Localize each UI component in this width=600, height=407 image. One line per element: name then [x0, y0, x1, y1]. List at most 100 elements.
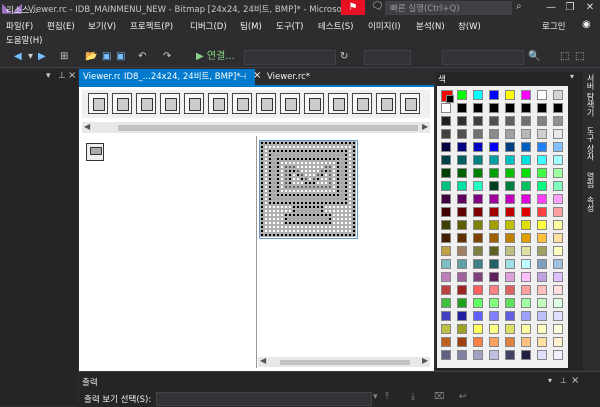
- color-swatch[interactable]: [441, 220, 451, 230]
- close-icon[interactable]: ×: [571, 375, 579, 386]
- color-swatch[interactable]: [505, 207, 515, 217]
- toolbar-bitmap-cell[interactable]: [112, 93, 132, 114]
- color-swatch[interactable]: [489, 350, 499, 360]
- close-icon[interactable]: ×: [68, 70, 76, 81]
- go-to-next-icon[interactable]: ⤓: [411, 392, 415, 402]
- color-swatch[interactable]: [457, 90, 467, 100]
- color-swatch[interactable]: [457, 116, 467, 126]
- color-swatch[interactable]: [553, 129, 563, 139]
- color-swatch[interactable]: [489, 272, 499, 282]
- color-swatch[interactable]: [521, 129, 531, 139]
- color-swatch[interactable]: [553, 142, 563, 152]
- go-to-previous-icon[interactable]: ⤒: [385, 392, 389, 402]
- color-swatch[interactable]: [537, 181, 547, 191]
- color-swatch[interactable]: [473, 233, 483, 243]
- color-swatch[interactable]: [473, 324, 483, 334]
- color-swatch[interactable]: [553, 168, 563, 178]
- color-swatch[interactable]: [505, 233, 515, 243]
- color-swatch[interactable]: [521, 246, 531, 256]
- color-swatch[interactable]: [489, 181, 499, 191]
- color-swatch[interactable]: [537, 103, 547, 113]
- color-swatch[interactable]: [441, 116, 451, 126]
- color-swatch[interactable]: [473, 272, 483, 282]
- color-swatch[interactable]: [457, 181, 467, 191]
- color-swatch[interactable]: [537, 246, 547, 256]
- background-color-swatch[interactable]: [446, 95, 454, 103]
- color-swatch[interactable]: [473, 103, 483, 113]
- color-swatch[interactable]: [473, 246, 483, 256]
- toolbar-bitmap-cell[interactable]: [328, 93, 348, 114]
- toolbar-bitmap-strip[interactable]: [82, 90, 430, 118]
- color-swatch[interactable]: [505, 155, 515, 165]
- color-swatch[interactable]: [489, 116, 499, 126]
- menu-test[interactable]: 테스트(S): [318, 20, 354, 32]
- color-swatch[interactable]: [553, 324, 563, 334]
- color-swatch[interactable]: [473, 168, 483, 178]
- color-swatch[interactable]: [473, 90, 483, 100]
- toolbar-bitmap-cell[interactable]: [376, 93, 396, 114]
- configuration-combo[interactable]: [244, 50, 336, 65]
- color-swatch[interactable]: [441, 103, 451, 113]
- color-swatch[interactable]: [553, 298, 563, 308]
- color-swatch[interactable]: [441, 324, 451, 334]
- clear-all-icon[interactable]: ⌧: [434, 392, 444, 402]
- color-swatch[interactable]: [473, 311, 483, 321]
- color-swatch[interactable]: [521, 194, 531, 204]
- color-swatch[interactable]: [553, 207, 563, 217]
- color-swatch[interactable]: [553, 311, 563, 321]
- color-swatch[interactable]: [521, 324, 531, 334]
- color-swatch[interactable]: [489, 246, 499, 256]
- color-swatch[interactable]: [505, 142, 515, 152]
- color-swatch[interactable]: [521, 181, 531, 191]
- color-swatch[interactable]: [489, 220, 499, 230]
- menu-view[interactable]: 보기(V): [88, 20, 116, 32]
- menu-edit[interactable]: 편집(E): [47, 20, 75, 32]
- panel-dropdown-icon[interactable]: ▾: [570, 72, 574, 81]
- color-swatch[interactable]: [505, 103, 515, 113]
- color-swatch[interactable]: [553, 181, 563, 191]
- save-all-icon[interactable]: ▣: [116, 50, 125, 64]
- color-swatch[interactable]: [489, 337, 499, 347]
- color-swatch[interactable]: [457, 142, 467, 152]
- color-swatch[interactable]: [473, 259, 483, 269]
- color-swatch[interactable]: [441, 155, 451, 165]
- menu-tools[interactable]: 도구(T): [276, 20, 303, 32]
- pane-divider[interactable]: [256, 136, 257, 368]
- color-swatch[interactable]: [537, 324, 547, 334]
- login-link[interactable]: 로그인: [542, 20, 565, 32]
- color-swatch[interactable]: [521, 311, 531, 321]
- color-swatch[interactable]: [457, 220, 467, 230]
- color-swatch[interactable]: [441, 233, 451, 243]
- maximize-button[interactable]: ❐: [561, 0, 579, 16]
- color-swatch[interactable]: [537, 259, 547, 269]
- menu-debug[interactable]: 디버그(D): [190, 20, 227, 32]
- color-swatch[interactable]: [441, 311, 451, 321]
- color-swatch[interactable]: [505, 324, 515, 334]
- feedback-icon[interactable]: 🗨: [371, 1, 384, 12]
- color-swatch[interactable]: [521, 116, 531, 126]
- color-swatch[interactable]: [553, 90, 563, 100]
- tab-viewer-rc[interactable]: Viewer.rc*: [263, 69, 353, 85]
- color-swatch[interactable]: [537, 129, 547, 139]
- color-swatch[interactable]: [553, 246, 563, 256]
- color-swatch[interactable]: [521, 90, 531, 100]
- color-swatch[interactable]: [457, 285, 467, 295]
- toolbar-bitmap-cell[interactable]: [208, 93, 228, 114]
- color-swatch[interactable]: [553, 350, 563, 360]
- color-swatch[interactable]: [473, 116, 483, 126]
- color-swatch[interactable]: [553, 220, 563, 230]
- quick-launch-input[interactable]: 빠른 실행(Ctrl+Q): [385, 1, 512, 15]
- search-icon[interactable]: ⌕: [516, 1, 522, 12]
- color-swatch[interactable]: [441, 207, 451, 217]
- menu-help[interactable]: 도움말(H): [6, 34, 42, 46]
- color-swatch[interactable]: [489, 259, 499, 269]
- menu-image[interactable]: 이미지(I): [368, 20, 401, 32]
- menu-analyze[interactable]: 분석(N): [416, 20, 445, 32]
- color-swatch[interactable]: [457, 311, 467, 321]
- toolbar-bitmap-cell[interactable]: [160, 93, 180, 114]
- color-swatch[interactable]: [521, 168, 531, 178]
- color-swatch[interactable]: [505, 285, 515, 295]
- color-swatch[interactable]: [521, 298, 531, 308]
- color-swatch[interactable]: [505, 129, 515, 139]
- color-swatch[interactable]: [441, 194, 451, 204]
